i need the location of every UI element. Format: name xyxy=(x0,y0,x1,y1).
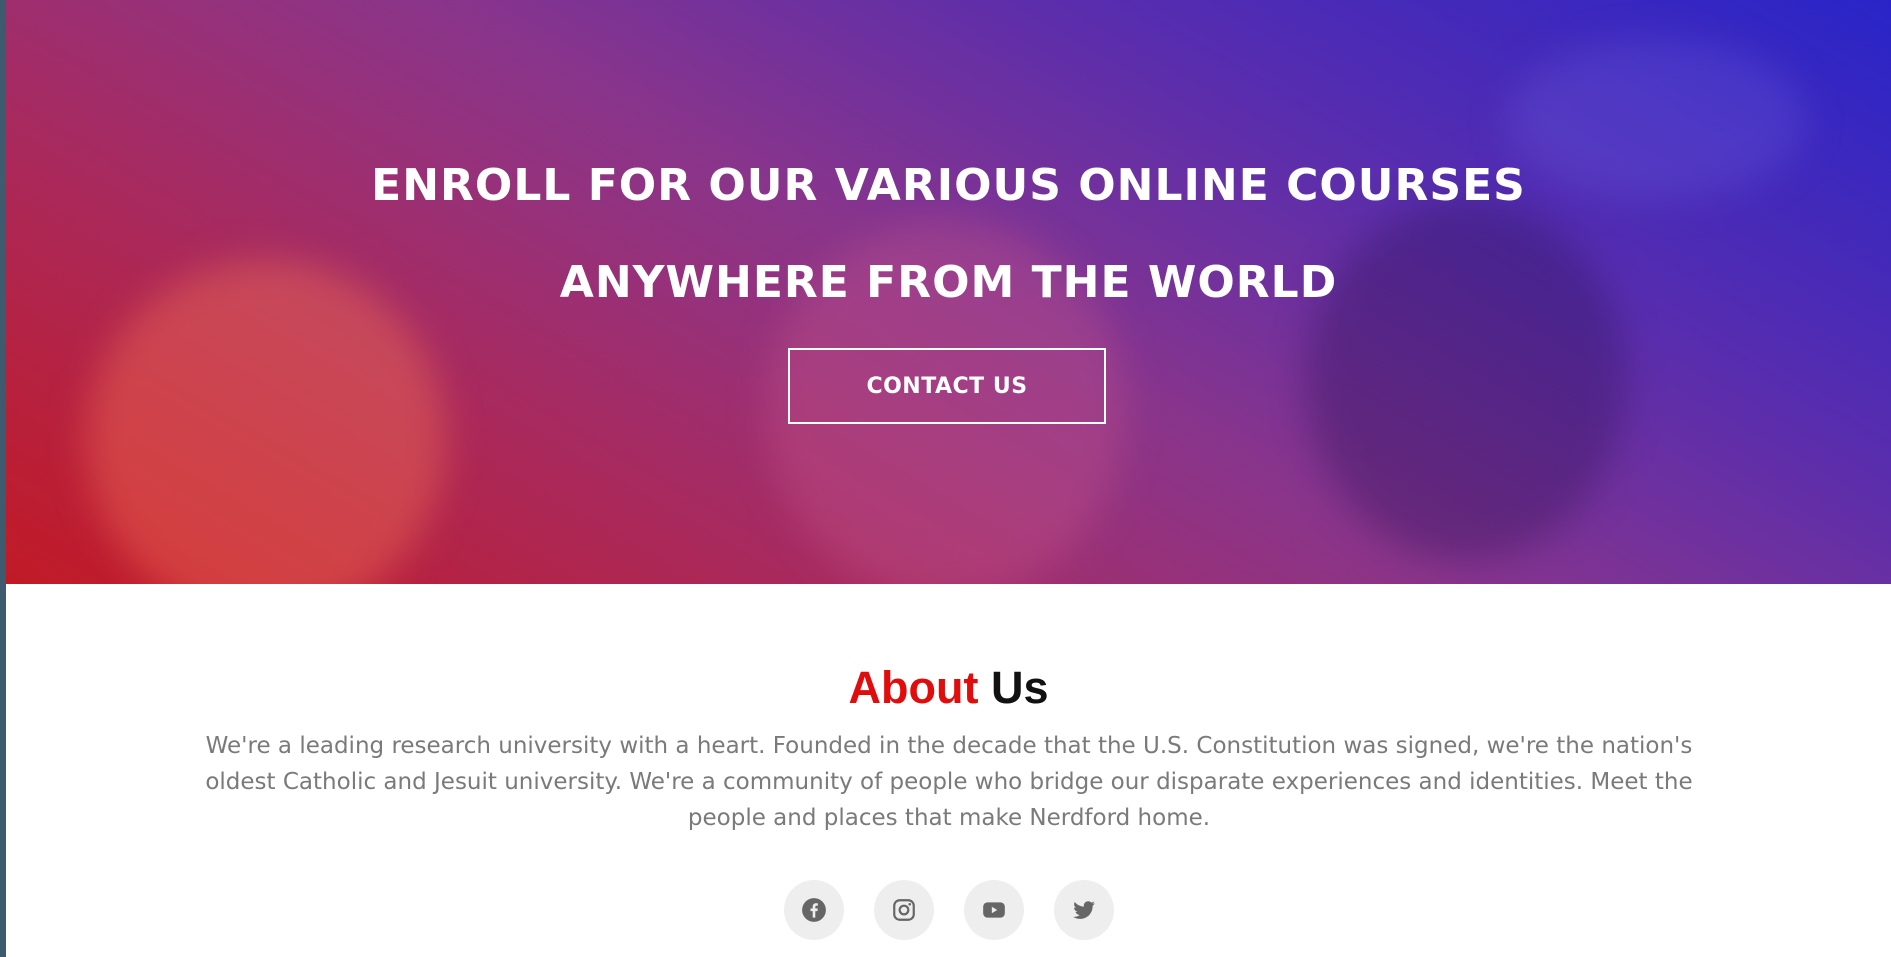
contact-us-button[interactable]: CONTACT US xyxy=(788,348,1106,424)
hero-title-line-1: ENROLL FOR OUR VARIOUS ONLINE COURSES xyxy=(371,160,1526,211)
about-heading-accent: About xyxy=(848,662,979,713)
social-links xyxy=(6,880,1891,940)
page: ENROLL FOR OUR VARIOUS ONLINE COURSES AN… xyxy=(6,0,1891,957)
facebook-link[interactable] xyxy=(783,880,844,940)
about-description: We're a leading research university with… xyxy=(205,733,1693,831)
twitter-link[interactable] xyxy=(1053,880,1114,940)
youtube-link[interactable] xyxy=(963,880,1024,940)
instagram-link[interactable] xyxy=(873,880,934,940)
youtube-icon xyxy=(982,902,1005,918)
hero-banner: ENROLL FOR OUR VARIOUS ONLINE COURSES AN… xyxy=(6,0,1891,584)
about-heading-rest: Us xyxy=(990,662,1049,713)
facebook-icon xyxy=(801,898,826,922)
about-heading: About Us xyxy=(6,662,1891,714)
twitter-icon xyxy=(1072,901,1095,919)
hero-title-line-2: ANYWHERE FROM THE WORLD xyxy=(559,257,1338,308)
instagram-icon xyxy=(892,899,915,921)
